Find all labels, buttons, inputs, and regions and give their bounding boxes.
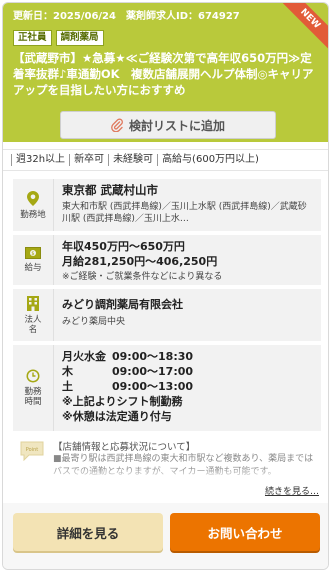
svg-text:$: $ [31, 251, 34, 257]
salary-label: 給与 [24, 263, 42, 273]
location-stations: 東大和市駅 (西武拝島線)／玉川上水駅 (西武拝島線)／武蔵砂川駅 (西武拝島線… [62, 202, 307, 224]
tag-item: 週32h以上 [11, 154, 69, 166]
job-id: 薬剤師求人ID：674927 [125, 11, 240, 22]
hours-note: ※休憩は法定通り付与 [62, 410, 172, 423]
tag-item: 新卒可 [69, 154, 108, 166]
location-section: 勤務地 東京都 武蔵村山市 東大和市駅 (西武拝島線)／玉川上水駅 (西武拝島線… [13, 179, 321, 231]
hours-row: 土 09:00〜13:00 [62, 379, 315, 394]
tag-item: 未経験可 [108, 154, 157, 166]
money-icon: $ [25, 247, 41, 259]
monthly-salary: 月給281,250円〜406,250円 [62, 255, 218, 268]
add-to-consider-list-label: 検討リストに追加 [128, 118, 225, 133]
action-bar: 詳細を見る お問い合わせ [3, 503, 328, 569]
job-card: 更新日：2025/06/24 薬剤師求人ID：674927 正社員 調剤薬局 【… [2, 2, 329, 570]
badge-group: 正社員 調剤薬局 [13, 30, 318, 46]
salary-section: $ 給与 年収450万円〜650万円 月給281,250円〜406,250円 ※… [13, 235, 321, 285]
hours-section: 勤務時間 月火水金 09:00〜18:30 木 09:00〜17:00 土 09… [13, 345, 321, 431]
hours-day: 木 [62, 365, 73, 378]
hours-time: 09:00〜17:00 [112, 365, 194, 378]
store-name: みどり薬局中央 [62, 317, 126, 327]
job-header: 更新日：2025/06/24 薬剤師求人ID：674927 正社員 調剤薬局 【… [3, 3, 328, 142]
hours-row: 木 09:00〜17:00 [62, 364, 315, 379]
hours-note: ※上記よりシフト制勤務 [62, 395, 183, 408]
map-pin-icon [27, 190, 39, 206]
employment-badge: 正社員 [13, 30, 52, 46]
location-main: 東京都 武蔵村山市 [62, 183, 159, 197]
meta-line: 更新日：2025/06/24 薬剤師求人ID：674927 [13, 9, 318, 25]
store-info-section: Point 【店舗情報と応募状況について】 ■最寄り駅は西武拝島線の東大和市駅な… [13, 437, 321, 497]
store-info-title: 【店舗情報と応募状況について】 [53, 442, 196, 453]
category-badge: 調剤薬局 [55, 30, 104, 46]
building-icon [27, 295, 39, 311]
job-title[interactable]: 【武蔵野市】★急募★≪ご経験次第で高年収650万円≫定着率抜群♪車通勤OK 複数… [13, 50, 318, 98]
corporation-section: 法人名 みどり調剤薬局有限会社 みどり薬局中央 [13, 289, 321, 341]
updated-date: 更新日：2025/06/24 [13, 11, 116, 22]
tags-row: 週32h以上 新卒可 未経験可 高給与(600万円以上) [3, 149, 328, 171]
read-more-link[interactable]: 続きを見る… [265, 484, 319, 497]
corporation-name: みどり調剤薬局有限会社 [62, 298, 183, 311]
annual-salary: 年収450万円〜650万円 [62, 240, 185, 253]
hours-time: 09:00〜13:00 [112, 380, 194, 393]
tag-item: 高給与(600万円以上) [157, 154, 263, 166]
corporation-label: 法人名 [24, 314, 42, 335]
contact-button[interactable]: お問い合わせ [170, 513, 320, 551]
svg-text:Point: Point [26, 447, 38, 453]
hours-row: 月火水金 09:00〜18:30 [62, 349, 315, 364]
hours-time: 09:00〜18:30 [112, 350, 194, 363]
location-label: 勤務地 [20, 209, 46, 220]
speech-bubble-icon: Point [20, 441, 44, 461]
clock-icon [26, 369, 40, 383]
hours-label: 勤務時間 [24, 387, 42, 407]
detail-button[interactable]: 詳細を見る [13, 513, 163, 551]
add-to-consider-list-button[interactable]: 検討リストに追加 [60, 111, 276, 139]
salary-note: ※ご経験・ご就業条件などにより異なる [62, 272, 223, 282]
paperclip-icon [111, 118, 123, 132]
hours-day: 土 [62, 380, 73, 393]
hours-day: 月火水金 [62, 350, 106, 363]
